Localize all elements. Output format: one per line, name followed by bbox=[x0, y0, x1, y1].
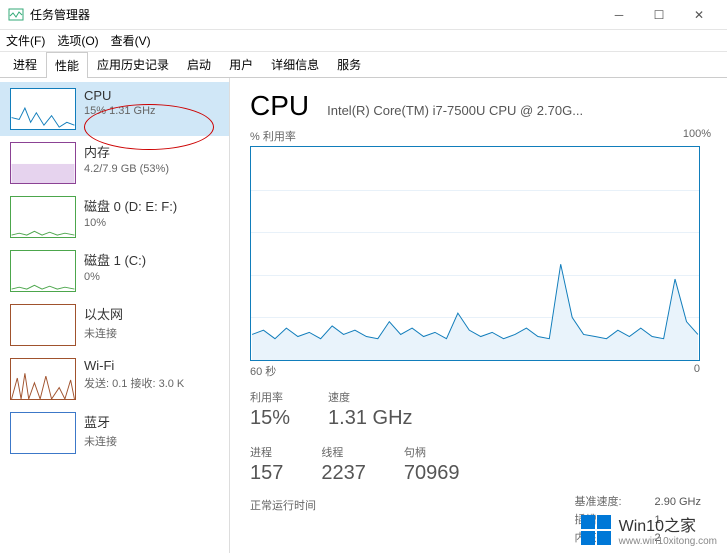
sidebar-item-sub: 发送: 0.1 接收: 3.0 K bbox=[84, 375, 184, 391]
chart-xleft: 60 秒 bbox=[250, 363, 276, 379]
thumb-bt bbox=[10, 412, 76, 454]
sidebar-item-sub: 4.2/7.9 GB (53%) bbox=[84, 163, 169, 175]
page-title: CPU bbox=[250, 90, 309, 122]
sidebar-item-label: 磁盘 0 (D: E: F:) bbox=[84, 196, 177, 215]
sidebar-item-sub: 10% bbox=[84, 217, 177, 229]
watermark-url: www.win10xitong.com bbox=[619, 536, 717, 547]
sidebar-item-label: CPU bbox=[84, 88, 156, 103]
tab-6[interactable]: 服务 bbox=[328, 51, 370, 77]
tab-3[interactable]: 启动 bbox=[178, 51, 220, 77]
window-title: 任务管理器 bbox=[30, 6, 599, 23]
sidebar-item-sub: 0% bbox=[84, 271, 146, 283]
windows-logo-icon bbox=[581, 515, 611, 545]
stat-label: 速度 bbox=[328, 389, 412, 405]
stat-value: 2237 bbox=[321, 462, 366, 485]
spec-key: 基准速度: bbox=[575, 493, 635, 511]
menu-view[interactable]: 查看(V) bbox=[111, 32, 151, 49]
app-icon bbox=[8, 7, 24, 23]
stat-stats2-1: 线程 2237 bbox=[321, 444, 366, 485]
tab-1[interactable]: 性能 bbox=[46, 52, 88, 78]
tab-4[interactable]: 用户 bbox=[220, 51, 262, 77]
stat-label: 线程 bbox=[321, 444, 366, 460]
thumb-cpu bbox=[10, 88, 76, 130]
sidebar-item-sub: 15% 1.31 GHz bbox=[84, 105, 156, 117]
tab-bar: 进程性能应用历史记录启动用户详细信息服务 bbox=[0, 52, 727, 78]
tab-2[interactable]: 应用历史记录 bbox=[88, 51, 178, 77]
cpu-chart bbox=[250, 146, 700, 361]
stat-label: 进程 bbox=[250, 444, 283, 460]
stat-stats2-2: 句柄 70969 bbox=[404, 444, 460, 485]
sidebar-item-bt-6[interactable]: 蓝牙未连接 bbox=[0, 406, 229, 460]
sidebar-item-disk-2[interactable]: 磁盘 0 (D: E: F:) 10% bbox=[0, 190, 229, 244]
main-panel: CPU Intel(R) Core(TM) i7-7500U CPU @ 2.7… bbox=[230, 78, 727, 553]
thumb-mem bbox=[10, 142, 76, 184]
stat-value: 1.31 GHz bbox=[328, 407, 412, 430]
chart-xright: 0 bbox=[694, 363, 700, 379]
thumb-disk bbox=[10, 196, 76, 238]
stat-value: 15% bbox=[250, 407, 290, 430]
thumb-disk bbox=[10, 250, 76, 292]
sidebar-item-eth-4[interactable]: 以太网未连接 bbox=[0, 298, 229, 352]
stat-label: 句柄 bbox=[404, 444, 460, 460]
sidebar-item-label: 磁盘 1 (C:) bbox=[84, 250, 146, 269]
sidebar-item-label: 蓝牙 bbox=[84, 412, 117, 431]
menu-options[interactable]: 选项(O) bbox=[57, 32, 98, 49]
thumb-eth bbox=[10, 304, 76, 346]
watermark-brand: Win10之家 bbox=[619, 512, 717, 536]
sidebar-item-sub: 未连接 bbox=[84, 325, 123, 341]
menubar: 文件(F) 选项(O) 查看(V) bbox=[0, 30, 727, 52]
tab-0[interactable]: 进程 bbox=[4, 51, 46, 77]
thumb-wifi bbox=[10, 358, 76, 400]
sidebar-item-wifi-5[interactable]: Wi-Fi 发送: 0.1 接收: 3.0 K bbox=[0, 352, 229, 406]
sidebar: CPU 15% 1.31 GHz 内存 4.2/7.9 GB (53%) 磁盘 0 (D… bbox=[0, 78, 230, 553]
close-button[interactable]: ✕ bbox=[679, 0, 719, 30]
stat-label: 利用率 bbox=[250, 389, 290, 405]
spec-row-0: 基准速度: 2.90 GHz bbox=[575, 493, 701, 511]
chart-ylabel: % 利用率 bbox=[250, 128, 296, 144]
tab-5[interactable]: 详细信息 bbox=[262, 51, 328, 77]
stat-stats1-1: 速度 1.31 GHz bbox=[328, 389, 412, 430]
sidebar-item-label: 内存 bbox=[84, 142, 169, 161]
watermark: Win10之家 www.win10xitong.com bbox=[581, 512, 717, 547]
sidebar-item-label: 以太网 bbox=[84, 304, 123, 323]
chart-ymax: 100% bbox=[683, 128, 711, 144]
maximize-button[interactable]: ☐ bbox=[639, 0, 679, 30]
stat-stats1-0: 利用率 15% bbox=[250, 389, 290, 430]
menu-file[interactable]: 文件(F) bbox=[6, 32, 45, 49]
stat-value: 157 bbox=[250, 462, 283, 485]
sidebar-item-disk-3[interactable]: 磁盘 1 (C:) 0% bbox=[0, 244, 229, 298]
spec-val: 2.90 GHz bbox=[655, 493, 701, 511]
titlebar: 任务管理器 ─ ☐ ✕ bbox=[0, 0, 727, 30]
minimize-button[interactable]: ─ bbox=[599, 0, 639, 30]
cpu-model: Intel(R) Core(TM) i7-7500U CPU @ 2.70G..… bbox=[327, 103, 711, 118]
sidebar-item-cpu-0[interactable]: CPU 15% 1.31 GHz bbox=[0, 82, 229, 136]
stat-value: 70969 bbox=[404, 462, 460, 485]
sidebar-item-label: Wi-Fi bbox=[84, 358, 184, 373]
sidebar-item-sub: 未连接 bbox=[84, 433, 117, 449]
sidebar-item-mem-1[interactable]: 内存 4.2/7.9 GB (53%) bbox=[0, 136, 229, 190]
stat-stats2-0: 进程 157 bbox=[250, 444, 283, 485]
